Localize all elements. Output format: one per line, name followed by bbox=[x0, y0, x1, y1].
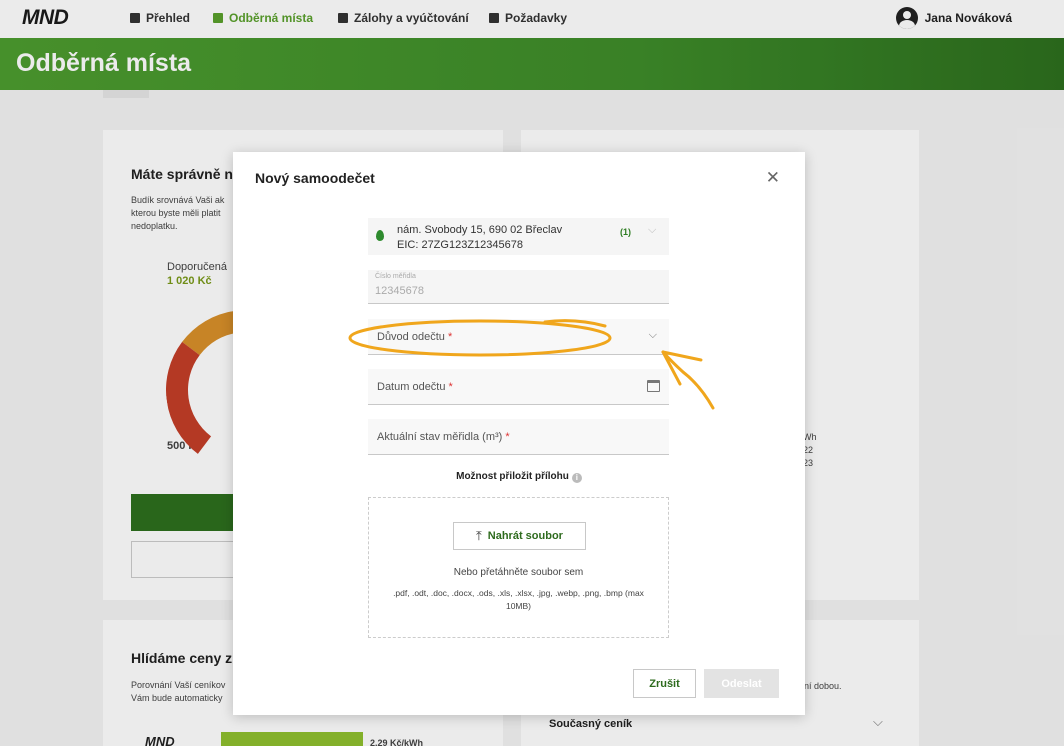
annotation-circle bbox=[348, 319, 612, 357]
annotation-arrow bbox=[661, 350, 715, 410]
annotation-overlay bbox=[348, 319, 715, 410]
